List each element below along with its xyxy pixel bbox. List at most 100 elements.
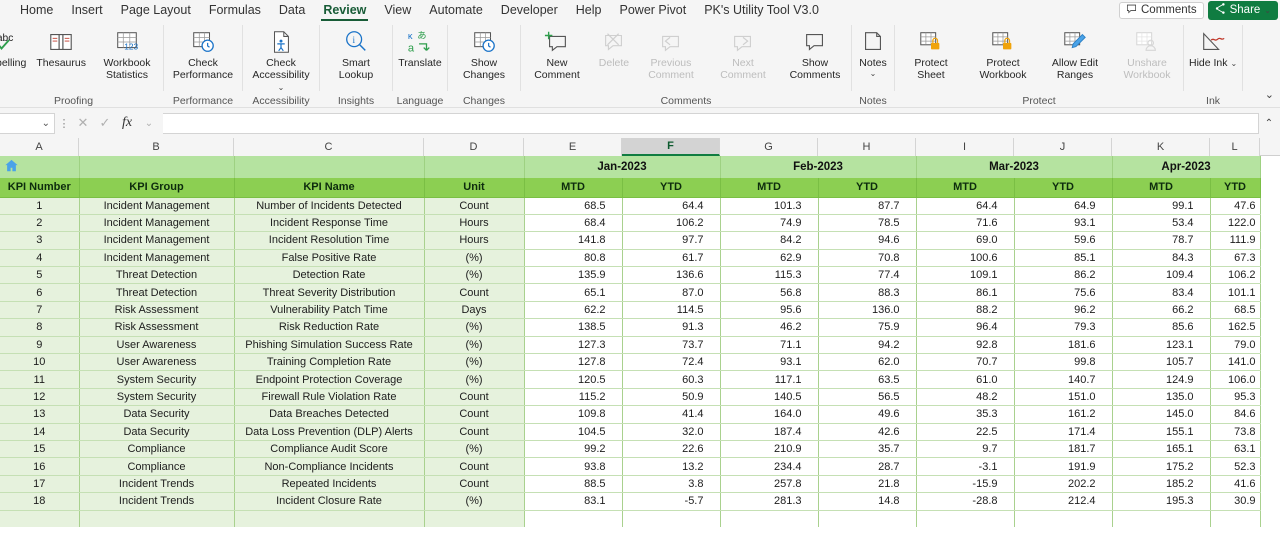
cell-value[interactable]: 99.8: [1014, 353, 1113, 372]
cell-unit[interactable]: Count: [424, 283, 525, 302]
cell-kpi-group[interactable]: Incident Management: [79, 214, 235, 233]
cell-kpi-number[interactable]: 10: [0, 353, 80, 372]
cell-kpi-number[interactable]: 15: [0, 440, 80, 459]
cell-value[interactable]: 257.8: [720, 475, 819, 494]
cell-value[interactable]: 212.4: [1014, 492, 1113, 511]
ribbon-button-notes[interactable]: Notes ⌄: [852, 25, 894, 78]
cell-value[interactable]: 62.2: [524, 301, 623, 320]
cell-kpi-name[interactable]: Phishing Simulation Success Rate: [234, 336, 425, 355]
cell-value[interactable]: 109.4: [1112, 266, 1211, 285]
cell-kpi-group[interactable]: Risk Assessment: [79, 301, 235, 320]
cell-value[interactable]: 95.6: [720, 301, 819, 320]
cell-value[interactable]: 41.6: [1210, 475, 1261, 494]
cell-kpi-name[interactable]: Training Completion Rate: [234, 353, 425, 372]
cell-value[interactable]: 50.9: [622, 388, 721, 407]
cell-kpi-group[interactable]: Data Security: [79, 423, 235, 441]
cell-kpi-group[interactable]: Threat Detection: [79, 266, 235, 285]
cell-kpi-name[interactable]: Risk Reduction Rate: [234, 318, 425, 337]
cell-value[interactable]: 99.2: [524, 440, 623, 459]
cell-value[interactable]: 66.2: [1112, 301, 1211, 320]
cell-value[interactable]: 124.9: [1112, 370, 1211, 389]
cell-value[interactable]: 94.6: [818, 231, 917, 250]
cell-value[interactable]: 101.3: [720, 197, 819, 215]
formula-input[interactable]: [163, 112, 1259, 134]
cell-kpi-group[interactable]: Risk Assessment: [79, 318, 235, 337]
tab-page-layout[interactable]: Page Layout: [112, 0, 200, 21]
cell-value[interactable]: 120.5: [524, 370, 623, 389]
cell-kpi-number[interactable]: 1: [0, 197, 80, 215]
cell-value[interactable]: 104.5: [524, 423, 623, 441]
tab-help[interactable]: Help: [567, 0, 611, 21]
cell-empty[interactable]: [622, 510, 721, 527]
cell-value[interactable]: 171.4: [1014, 423, 1113, 441]
ribbon-button-protect-sheet[interactable]: Protect Sheet: [895, 25, 967, 81]
cell-unit[interactable]: (%): [424, 336, 525, 355]
cell-value[interactable]: 30.9: [1210, 492, 1261, 511]
cell-value[interactable]: 181.7: [1014, 440, 1113, 459]
cell-unit[interactable]: (%): [424, 440, 525, 459]
table-header-ytd[interactable]: YTD: [1014, 178, 1113, 198]
cell-empty[interactable]: [1210, 510, 1261, 527]
cell-value[interactable]: 115.2: [524, 388, 623, 407]
table-header-mtd[interactable]: MTD: [524, 178, 623, 198]
cell-kpi-number[interactable]: 7: [0, 301, 80, 320]
cell-kpi-name[interactable]: Compliance Audit Score: [234, 440, 425, 459]
ribbon-button-workbook-statistics[interactable]: 123 Workbook Statistics: [91, 25, 163, 81]
cell-value[interactable]: 65.1: [524, 283, 623, 302]
cell-value[interactable]: 85.1: [1014, 249, 1113, 268]
share-button[interactable]: Share ⌄: [1207, 0, 1278, 20]
cell-unit[interactable]: Count: [424, 423, 525, 441]
tab-pks-utility-tool[interactable]: PK's Utility Tool V3.0: [695, 0, 828, 21]
cell-value[interactable]: 68.5: [524, 197, 623, 215]
cell-kpi-name[interactable]: Incident Resolution Time: [234, 231, 425, 250]
cell-value[interactable]: 127.3: [524, 336, 623, 355]
cell-value[interactable]: 141.8: [524, 231, 623, 250]
cell-value[interactable]: 70.8: [818, 249, 917, 268]
cell-kpi-number[interactable]: 2: [0, 214, 80, 233]
cell-value[interactable]: 100.6: [916, 249, 1015, 268]
ribbon-button-protect-workbook[interactable]: Protect Workbook: [967, 25, 1039, 81]
cell-value[interactable]: 114.5: [622, 301, 721, 320]
cell-kpi-number[interactable]: 5: [0, 266, 80, 285]
cell-unit[interactable]: Days: [424, 301, 525, 320]
cell-value[interactable]: 77.4: [818, 266, 917, 285]
cell-value[interactable]: 9.7: [916, 440, 1015, 459]
formula-bar-overflow-icon[interactable]: ⋮: [57, 117, 71, 130]
column-header-j[interactable]: J: [1014, 138, 1112, 156]
table-header-kpi-number[interactable]: KPI Number: [0, 178, 80, 198]
column-header-i[interactable]: I: [916, 138, 1014, 156]
cell-unit[interactable]: (%): [424, 318, 525, 337]
expand-formula-bar-chevron-icon[interactable]: ⌃: [1261, 118, 1277, 129]
ribbon-button-show-comments[interactable]: Show Comments: [779, 25, 851, 81]
column-header-l[interactable]: L: [1210, 138, 1260, 156]
table-header-ytd[interactable]: YTD: [622, 178, 721, 198]
cell-value[interactable]: 86.2: [1014, 266, 1113, 285]
cell-value[interactable]: 195.3: [1112, 492, 1211, 511]
cell-kpi-name[interactable]: Incident Response Time: [234, 214, 425, 233]
cell-value[interactable]: 69.0: [916, 231, 1015, 250]
ribbon-button-thesaurus[interactable]: Thesaurus: [31, 25, 91, 69]
ribbon-button-hide-ink[interactable]: Hide Ink ⌄: [1184, 25, 1242, 69]
tab-power-pivot[interactable]: Power Pivot: [611, 0, 696, 21]
cell-value[interactable]: 75.9: [818, 318, 917, 337]
ribbon-button-allow-edit-ranges[interactable]: Allow Edit Ranges: [1039, 25, 1111, 81]
cell-value[interactable]: 97.7: [622, 231, 721, 250]
cell-value[interactable]: 106.0: [1210, 370, 1261, 389]
cell-value[interactable]: 42.6: [818, 423, 917, 441]
cell-kpi-group[interactable]: Threat Detection: [79, 283, 235, 302]
cell-kpi-name[interactable]: Number of Incidents Detected: [234, 197, 425, 215]
cell-value[interactable]: 140.7: [1014, 370, 1113, 389]
cell-value[interactable]: 88.5: [524, 475, 623, 494]
enter-check-icon[interactable]: ✓: [95, 115, 115, 131]
cell-value[interactable]: 22.6: [622, 440, 721, 459]
cell-value[interactable]: -28.8: [916, 492, 1015, 511]
table-header-mtd[interactable]: MTD: [1112, 178, 1211, 198]
ribbon-button-new-comment[interactable]: New Comment: [521, 25, 593, 81]
cell-value[interactable]: 88.3: [818, 283, 917, 302]
cell-value[interactable]: 68.5: [1210, 301, 1261, 320]
cell-value[interactable]: 109.8: [524, 405, 623, 424]
cell-value[interactable]: 94.2: [818, 336, 917, 355]
column-header-k[interactable]: K: [1112, 138, 1210, 156]
cell-value[interactable]: 175.2: [1112, 457, 1211, 476]
cell-value[interactable]: 62.0: [818, 353, 917, 372]
